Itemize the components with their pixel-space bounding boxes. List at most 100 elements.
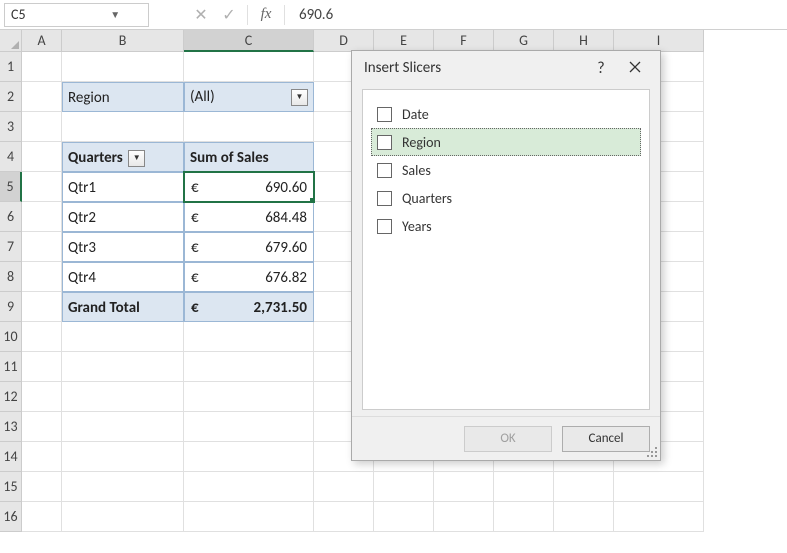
empty-cell[interactable] xyxy=(374,502,434,532)
checkbox-icon[interactable] xyxy=(377,191,392,206)
row-header[interactable]: 4 xyxy=(0,142,22,172)
row-header[interactable]: 6 xyxy=(0,202,22,232)
dialog-close-button[interactable] xyxy=(618,59,652,78)
empty-cell[interactable] xyxy=(184,112,314,142)
pivot-row-value[interactable]: €679.60 xyxy=(184,232,314,262)
empty-cell[interactable] xyxy=(62,352,184,382)
cancel-button[interactable]: Cancel xyxy=(562,426,650,452)
empty-cell[interactable] xyxy=(554,472,614,502)
column-header[interactable]: A xyxy=(22,30,62,52)
row-header[interactable]: 16 xyxy=(0,502,22,532)
empty-cell[interactable] xyxy=(184,502,314,532)
empty-cell[interactable] xyxy=(22,262,62,292)
empty-cell[interactable] xyxy=(554,502,614,532)
pivot-row-label[interactable]: Qtr1 xyxy=(62,172,184,202)
row-dropdown-icon[interactable]: ▼ xyxy=(128,150,145,167)
row-header[interactable]: 1 xyxy=(0,52,22,82)
empty-cell[interactable] xyxy=(22,382,62,412)
column-header[interactable]: I xyxy=(614,30,704,52)
checkbox-icon[interactable] xyxy=(377,163,392,178)
pivot-row-value[interactable]: €690.60 xyxy=(184,172,314,202)
dialog-help-button[interactable]: ? xyxy=(584,59,618,78)
empty-cell[interactable] xyxy=(22,322,62,352)
empty-cell[interactable] xyxy=(62,52,184,82)
empty-cell[interactable] xyxy=(184,352,314,382)
slicer-field-item[interactable]: Years xyxy=(371,212,641,240)
column-header[interactable]: F xyxy=(434,30,494,52)
row-header[interactable]: 7 xyxy=(0,232,22,262)
empty-cell[interactable] xyxy=(62,382,184,412)
pivot-row-value[interactable]: €684.48 xyxy=(184,202,314,232)
column-header[interactable]: H xyxy=(554,30,614,52)
empty-cell[interactable] xyxy=(614,502,704,532)
empty-cell[interactable] xyxy=(62,412,184,442)
insert-function-icon[interactable]: fx xyxy=(252,3,280,27)
empty-cell[interactable] xyxy=(22,142,62,172)
column-header[interactable]: G xyxy=(494,30,554,52)
empty-cell[interactable] xyxy=(22,202,62,232)
slicer-field-item[interactable]: Quarters xyxy=(371,184,641,212)
empty-cell[interactable] xyxy=(184,322,314,352)
slicer-field-item[interactable]: Region xyxy=(371,128,641,156)
dialog-titlebar[interactable]: Insert Slicers ? xyxy=(352,51,660,85)
empty-cell[interactable] xyxy=(22,442,62,472)
empty-cell[interactable] xyxy=(22,292,62,322)
select-all-corner[interactable] xyxy=(0,30,22,52)
empty-cell[interactable] xyxy=(494,502,554,532)
name-box[interactable]: C5 ▼ xyxy=(4,3,149,27)
row-header[interactable]: 3 xyxy=(0,112,22,142)
pivot-filter-value[interactable]: (All)▼ xyxy=(184,82,314,112)
row-header[interactable]: 5 xyxy=(0,172,22,202)
row-header[interactable]: 11 xyxy=(0,352,22,382)
name-box-dropdown-icon[interactable]: ▼ xyxy=(77,8,149,21)
pivot-row-header[interactable]: Quarters ▼ xyxy=(62,142,184,172)
empty-cell[interactable] xyxy=(22,112,62,142)
empty-cell[interactable] xyxy=(314,472,374,502)
filter-dropdown-icon[interactable]: ▼ xyxy=(291,89,308,106)
empty-cell[interactable] xyxy=(22,82,62,112)
row-header[interactable]: 9 xyxy=(0,292,22,322)
empty-cell[interactable] xyxy=(314,502,374,532)
pivot-row-label[interactable]: Qtr4 xyxy=(62,262,184,292)
empty-cell[interactable] xyxy=(22,172,62,202)
checkbox-icon[interactable] xyxy=(377,219,392,234)
empty-cell[interactable] xyxy=(184,472,314,502)
empty-cell[interactable] xyxy=(22,502,62,532)
resize-grip-icon[interactable] xyxy=(646,446,658,458)
empty-cell[interactable] xyxy=(62,112,184,142)
empty-cell[interactable] xyxy=(184,412,314,442)
pivot-row-label[interactable]: Qtr3 xyxy=(62,232,184,262)
empty-cell[interactable] xyxy=(184,52,314,82)
column-header[interactable]: C xyxy=(184,30,314,52)
row-header[interactable]: 14 xyxy=(0,442,22,472)
checkbox-icon[interactable] xyxy=(377,135,392,150)
slicer-field-item[interactable]: Sales xyxy=(371,156,641,184)
empty-cell[interactable] xyxy=(62,472,184,502)
row-header[interactable]: 8 xyxy=(0,262,22,292)
empty-cell[interactable] xyxy=(22,412,62,442)
empty-cell[interactable] xyxy=(184,442,314,472)
empty-cell[interactable] xyxy=(374,472,434,502)
formula-input[interactable]: 690.6 xyxy=(289,6,787,24)
column-header[interactable]: E xyxy=(374,30,434,52)
empty-cell[interactable] xyxy=(22,472,62,502)
empty-cell[interactable] xyxy=(184,382,314,412)
checkbox-icon[interactable] xyxy=(377,107,392,122)
empty-cell[interactable] xyxy=(22,232,62,262)
ok-button[interactable]: OK xyxy=(464,426,552,452)
empty-cell[interactable] xyxy=(62,322,184,352)
pivot-row-label[interactable]: Qtr2 xyxy=(62,202,184,232)
slicer-field-item[interactable]: Date xyxy=(371,100,641,128)
row-header[interactable]: 2 xyxy=(0,82,22,112)
empty-cell[interactable] xyxy=(62,442,184,472)
empty-cell[interactable] xyxy=(494,472,554,502)
column-header[interactable]: D xyxy=(314,30,374,52)
empty-cell[interactable] xyxy=(22,52,62,82)
empty-cell[interactable] xyxy=(62,502,184,532)
row-header[interactable]: 13 xyxy=(0,412,22,442)
column-header[interactable]: B xyxy=(62,30,184,52)
pivot-row-value[interactable]: €676.82 xyxy=(184,262,314,292)
empty-cell[interactable] xyxy=(434,472,494,502)
empty-cell[interactable] xyxy=(22,352,62,382)
empty-cell[interactable] xyxy=(434,502,494,532)
